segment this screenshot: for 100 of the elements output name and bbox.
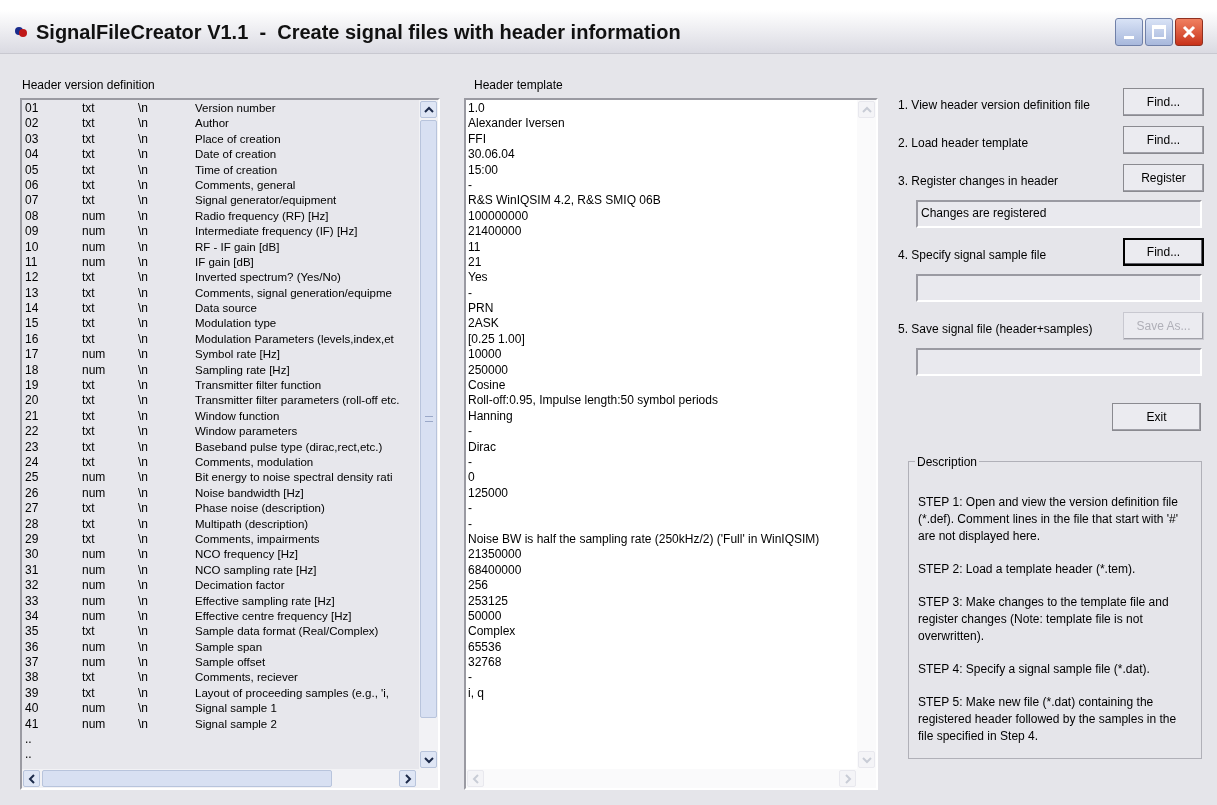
row-terminator: \n [138,177,149,194]
continuation-dots: .. [25,732,32,746]
template-line: 100000000 [468,208,529,223]
row-terminator: \n [138,531,149,548]
row-description: Modulation Parameters (levels,index,et [195,331,394,347]
row-terminator: \n [138,485,149,502]
row-description: Author [195,116,229,132]
close-button[interactable] [1175,17,1203,46]
template-line: 50000 [468,608,502,623]
row-terminator: \n [138,716,149,732]
row-description: Date of creation [195,147,277,163]
template-line: Roll-off:0.95, Impulse length:50 symbol periods [468,393,718,408]
row-terminator: \n [138,301,149,317]
row-number: 12 [25,270,40,286]
template-line: - [468,516,472,531]
row-number: 13 [25,285,40,302]
row-terminator: \n [138,501,149,517]
row-terminator: \n [138,101,149,117]
row-description: Transmitter filter function [195,378,322,394]
template-line: 250000 [468,362,509,377]
text-field[interactable] [916,348,1202,376]
row-type: txt [82,270,96,286]
scroll-up-button[interactable] [420,101,437,118]
row-number: 21 [25,408,40,425]
template-line: 1.0 [468,101,485,115]
row-number: 15 [25,316,40,332]
step-label: 4. Specify signal sample file [898,247,1047,264]
row-terminator: \n [138,331,149,348]
row-number: 16 [25,331,40,348]
continuation-dots: .. [25,747,32,762]
template-line: 0 [468,470,475,485]
template-line: 21 [468,254,482,269]
row-type: txt [82,455,96,471]
maximize-button[interactable] [1145,17,1173,46]
exit-button[interactable]: Exit [1112,403,1201,431]
row-terminator: \n [138,424,149,440]
minimize-button[interactable] [1115,17,1143,46]
scroll-right-button[interactable] [399,770,416,787]
row-description: NCO sampling rate [Hz] [195,562,317,578]
row-description: Symbol rate [Hz] [195,347,280,363]
row-number: 11 [25,254,39,271]
row-type: num [82,716,107,732]
definition-list[interactable] [20,98,440,790]
row-terminator: \n [138,254,149,271]
row-description: Comments, signal generation/equipme [195,285,392,301]
scroll-thumb[interactable] [42,770,332,787]
row-terminator: \n [138,208,149,225]
row-description: Baseband pulse type (dirac,rect,etc.) [195,439,383,455]
row-terminator: \n [138,316,149,332]
template-line: 11 [468,239,481,254]
row-terminator: \n [138,393,149,409]
row-number: 39 [25,685,40,702]
action-button[interactable]: Find... [1123,126,1204,154]
template-line: - [468,501,472,516]
row-number: 02 [25,116,40,132]
row-type: txt [82,331,96,348]
text-field[interactable] [916,274,1202,302]
row-terminator: \n [138,624,149,640]
template-line: - [468,455,472,469]
scroll-thumb[interactable] [420,120,437,718]
row-type: num [82,608,107,625]
row-type: txt [82,516,96,532]
row-number: 20 [25,393,40,409]
row-description: Layout of proceeding samples (e.g., 'i, [195,685,389,701]
row-terminator: \n [138,701,149,717]
row-terminator: \n [138,193,149,209]
template-line: PRN [468,301,494,316]
template-line: 21350000 [468,547,522,562]
row-number: 34 [25,608,40,625]
row-type: num [82,562,107,579]
step-description: STEP 5: Make new file (*.dat) containing the registered header followed by the samples in the file specified in Step 4. [918,694,1178,745]
text-field[interactable]: Changes are registered [916,200,1202,228]
row-terminator: \n [138,685,149,702]
row-number: 33 [25,593,40,609]
row-number: 24 [25,455,40,471]
row-terminator: \n [138,347,149,363]
row-terminator: \n [138,285,149,302]
row-number: 41 [25,716,40,732]
action-button[interactable]: Find... [1123,88,1204,116]
action-button[interactable]: Register [1123,164,1204,192]
scroll-left-button[interactable] [23,770,40,787]
step-label: 1. View header version definition file [898,97,1090,114]
row-description: Signal sample 2 [195,716,277,732]
row-description: Version number [195,101,276,116]
row-number: 26 [25,485,40,502]
row-type: txt [82,670,96,686]
action-button[interactable]: Find... [1123,238,1204,266]
template-line: 65536 [468,639,502,654]
row-number: 18 [25,362,40,379]
row-terminator: \n [138,639,149,656]
row-terminator: \n [138,593,149,609]
row-description: Comments, general [195,177,296,193]
row-description: IF gain [dB] [195,254,254,270]
row-description: Decimation factor [195,578,285,594]
scroll-down-button[interactable] [420,751,437,768]
row-description: Signal generator/equipment [195,193,337,209]
row-type: num [82,485,107,502]
row-terminator: \n [138,378,149,394]
row-number: 19 [25,378,40,394]
template-line: 2ASK [468,316,499,331]
